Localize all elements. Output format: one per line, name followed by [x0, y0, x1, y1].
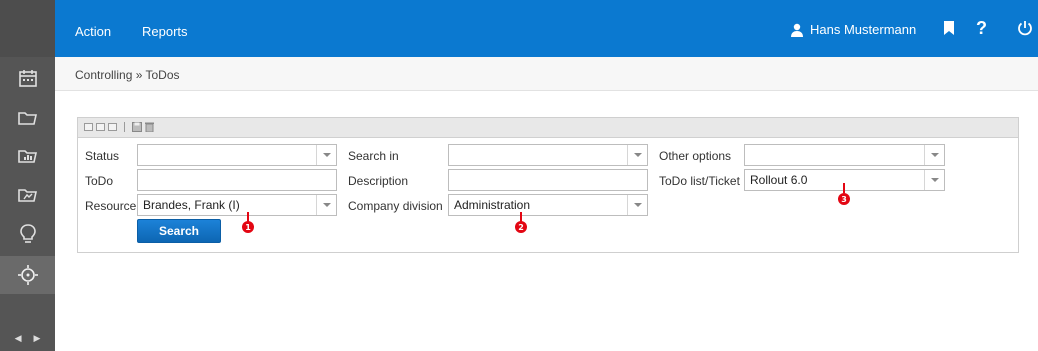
sidebar-toggle[interactable]: ◀ ▶: [0, 327, 55, 351]
search-panel: Status ToDo Resource Brandes, Frank (I) …: [77, 117, 1019, 253]
bookmark-icon: [944, 21, 954, 35]
top-navigation-bar: Action Reports Hans Mustermann ?: [55, 0, 1038, 57]
user-menu[interactable]: Hans Mustermann: [790, 22, 916, 37]
help-icon: ?: [976, 18, 987, 38]
layout-one-column-icon[interactable]: [84, 123, 93, 131]
status-dropdown-arrow[interactable]: [316, 145, 336, 165]
search-in-label: Search in: [348, 149, 399, 163]
resource-label: Resource: [85, 199, 137, 213]
menu-action[interactable]: Action: [75, 24, 111, 39]
description-label: Description: [348, 174, 409, 188]
breadcrumb-bar: Controlling » ToDos: [55, 57, 1038, 91]
sidebar-item-projects[interactable]: [0, 99, 55, 137]
chevron-down-icon: [322, 203, 331, 207]
layout-two-column-icon[interactable]: [96, 123, 105, 131]
sidebar-header: [0, 0, 55, 57]
todo-list-ticket-label: ToDo list/Ticket: [659, 174, 740, 188]
marker-1-badge: 1: [242, 221, 254, 233]
toolbar-divider: [124, 122, 125, 132]
chevron-down-icon: [930, 178, 939, 182]
todo-label: ToDo: [85, 174, 114, 188]
todo-list-ticket-dropdown-arrow[interactable]: [924, 170, 944, 190]
breadcrumb: Controlling » ToDos: [75, 68, 180, 82]
company-division-select[interactable]: Administration: [448, 194, 648, 216]
logout-button[interactable]: [1017, 20, 1033, 39]
marker-3-line: [843, 183, 845, 193]
marker-3-badge: 3: [838, 193, 850, 205]
resource-select[interactable]: Brandes, Frank (I): [137, 194, 337, 216]
folder-icon: [17, 112, 37, 125]
search-in-dropdown-arrow[interactable]: [627, 145, 647, 165]
power-icon: [1018, 21, 1032, 36]
user-name: Hans Mustermann: [810, 22, 917, 37]
arrow-left-icon: ◀: [14, 334, 22, 344]
chevron-down-icon: [633, 153, 642, 157]
bookmark-button[interactable]: [943, 20, 955, 39]
sidebar-item-reports[interactable]: [0, 137, 55, 175]
sidebar-item-controlling[interactable]: [0, 256, 55, 294]
search-in-select[interactable]: [448, 144, 648, 166]
marker-2-badge: 2: [515, 221, 527, 233]
sidebar-item-ideas[interactable]: [0, 215, 55, 253]
other-options-dropdown-arrow[interactable]: [924, 145, 944, 165]
search-button[interactable]: Search: [137, 219, 221, 243]
sidebar-item-analysis[interactable]: [0, 176, 55, 214]
menu-reports[interactable]: Reports: [142, 24, 188, 39]
lightbulb-icon: [19, 224, 36, 243]
arrow-right-icon: ▶: [33, 334, 41, 344]
user-icon: [791, 23, 803, 37]
target-icon: [17, 265, 38, 285]
description-input[interactable]: [448, 169, 648, 191]
left-sidebar: ◀ ▶: [0, 0, 55, 351]
todo-input[interactable]: [137, 169, 337, 191]
chevron-down-icon: [633, 203, 642, 207]
sidebar-item-calendar[interactable]: [0, 59, 55, 97]
company-division-dropdown-arrow[interactable]: [627, 195, 647, 215]
status-select[interactable]: [137, 144, 337, 166]
help-button[interactable]: ?: [976, 18, 987, 39]
layout-three-column-icon[interactable]: [108, 123, 117, 131]
resource-dropdown-arrow[interactable]: [316, 195, 336, 215]
panel-toolbar: [78, 118, 1018, 138]
other-options-label: Other options: [659, 149, 732, 163]
delete-icon[interactable]: [145, 122, 154, 132]
chevron-down-icon: [322, 153, 331, 157]
other-options-select[interactable]: [744, 144, 945, 166]
calendar-icon: [18, 70, 37, 87]
status-label: Status: [85, 149, 120, 163]
chevron-down-icon: [930, 153, 939, 157]
folder-chart-icon: [17, 150, 37, 163]
company-division-label: Company division: [348, 199, 443, 213]
folder-graph-icon: [17, 189, 37, 202]
save-icon[interactable]: [132, 122, 142, 132]
